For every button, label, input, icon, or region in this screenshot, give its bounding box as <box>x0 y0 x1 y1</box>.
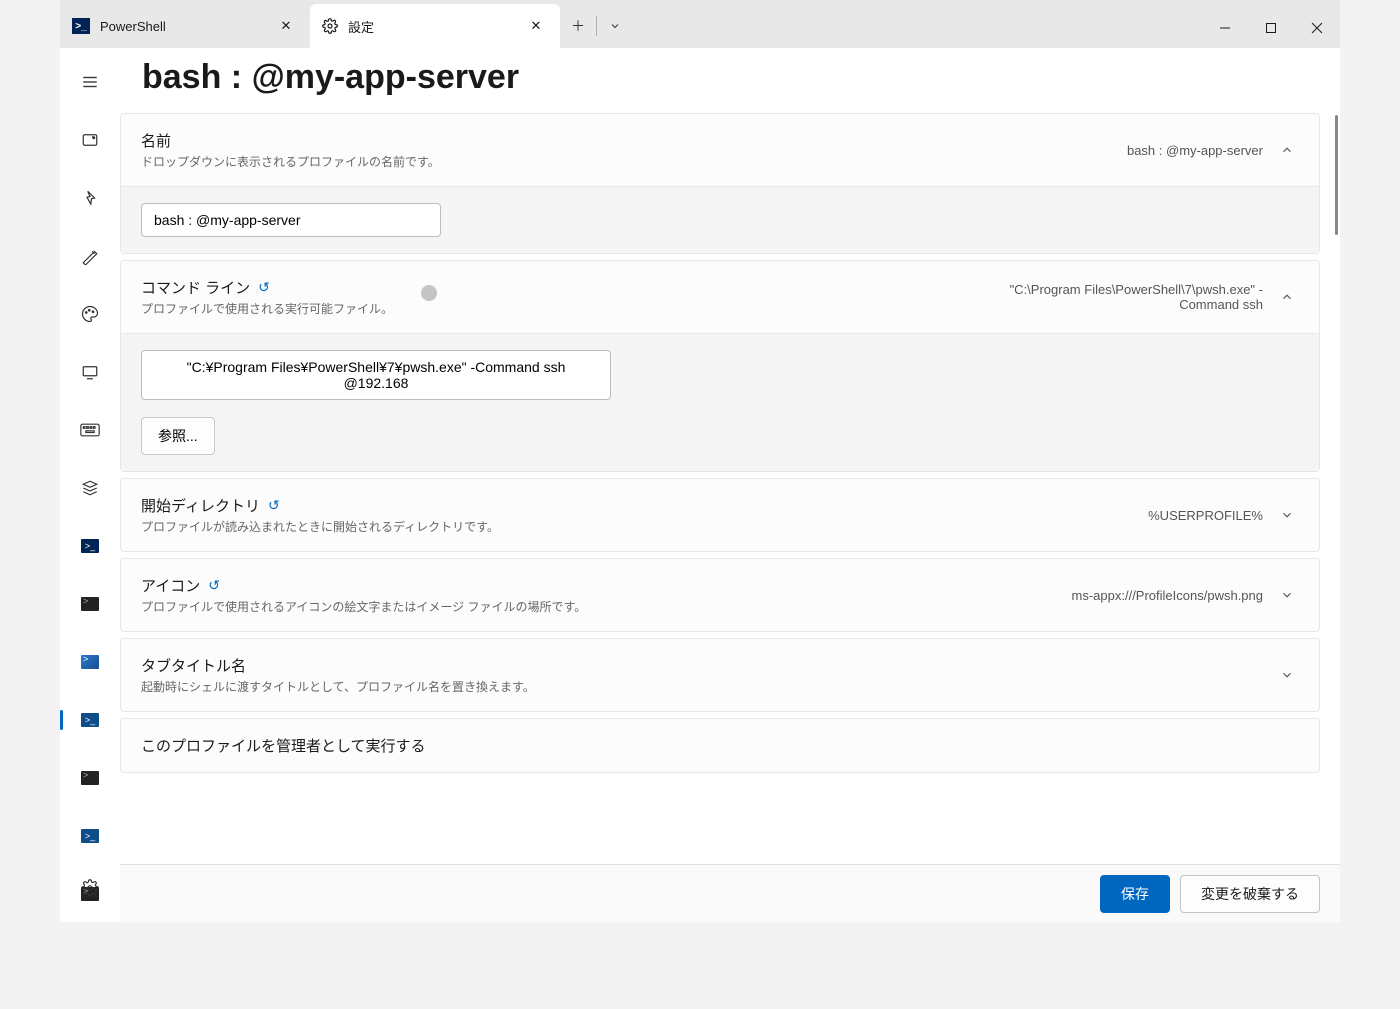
page-title: bash : @my-app-server <box>120 48 1340 113</box>
window-controls <box>1202 8 1340 48</box>
reset-icon[interactable]: ↺ <box>258 279 270 296</box>
setting-title: 名前 <box>141 130 1115 151</box>
setting-card-tabtitle: タブタイトル名 起動時にシェルに渡すタイトルとして、プロファイル名を置き換えます… <box>120 638 1320 712</box>
sidebar-profile-bash-myapp[interactable]: >_ <box>60 706 120 734</box>
powershell-icon: >_ <box>81 713 99 727</box>
tab-label: PowerShell <box>100 19 264 34</box>
sidebar-item-actions[interactable] <box>60 416 120 444</box>
setting-card-cmdline: コマンド ライン ↺ プロファイルで使用される実行可能ファイル。 "C:\Pro… <box>120 260 1320 472</box>
hamburger-menu[interactable] <box>60 68 120 96</box>
name-input[interactable] <box>141 203 441 237</box>
tab-controls: ＋ <box>560 4 633 48</box>
sidebar-profile-other1[interactable] <box>60 764 120 792</box>
cloud-shell-icon <box>81 655 99 669</box>
sidebar-profile-powershell7[interactable]: >_ <box>60 532 120 560</box>
sidebar-profile-cmd[interactable] <box>60 590 120 618</box>
title-bar: >_ PowerShell ✕ 設定 ✕ ＋ <box>60 0 1340 48</box>
footer: 保存 変更を破棄する <box>120 864 1340 922</box>
setting-card-startdir: 開始ディレクトリ ↺ プロファイルが読み込まれたときに開始されるディレクトリです… <box>120 478 1320 552</box>
setting-summary: %USERPROFILE% <box>1148 508 1263 523</box>
chevron-down-icon <box>1275 508 1299 522</box>
setting-title: アイコン ↺ <box>141 575 1060 596</box>
close-icon[interactable]: ✕ <box>524 14 548 38</box>
reset-icon[interactable]: ↺ <box>208 577 220 594</box>
setting-card-runasadmin: このプロファイルを管理者として実行する <box>120 718 1320 773</box>
sidebar-item-defaults[interactable] <box>60 474 120 502</box>
tab-settings[interactable]: 設定 ✕ <box>310 4 560 48</box>
sidebar-item-colorschemes[interactable] <box>60 300 120 328</box>
setting-title-text: 開始ディレクトリ <box>141 495 260 516</box>
sidebar-profile-cloudshell[interactable] <box>60 648 120 676</box>
powershell-icon: >_ <box>81 829 99 843</box>
browse-button[interactable]: 参照... <box>141 417 215 455</box>
cmdline-input[interactable] <box>141 350 611 400</box>
sidebar-item-interaction[interactable] <box>60 184 120 212</box>
powershell-icon: >_ <box>81 539 99 553</box>
setting-card-name: 名前 ドロップダウンに表示されるプロファイルの名前です。 bash : @my-… <box>120 113 1320 254</box>
sidebar-profile-other2[interactable]: >_ <box>60 822 120 850</box>
setting-description: プロファイルで使用されるアイコンの絵文字またはイメージ ファイルの場所です。 <box>141 598 1060 615</box>
sidebar-item-startup[interactable] <box>60 126 120 154</box>
gear-icon <box>322 18 338 34</box>
setting-title: 開始ディレクトリ ↺ <box>141 495 1136 516</box>
setting-header-cmdline[interactable]: コマンド ライン ↺ プロファイルで使用される実行可能ファイル。 "C:\Pro… <box>121 261 1319 333</box>
setting-description: プロファイルで使用される実行可能ファイル。 <box>141 300 971 317</box>
setting-header-runasadmin[interactable]: このプロファイルを管理者として実行する <box>121 719 1319 772</box>
tab-label: 設定 <box>348 17 514 36</box>
setting-title-text: コマンド ライン <box>141 277 250 298</box>
setting-description: 起動時にシェルに渡すタイトルとして、プロファイル名を置き換えます。 <box>141 678 1251 695</box>
tab-powershell[interactable]: >_ PowerShell ✕ <box>60 4 310 48</box>
discard-button[interactable]: 変更を破棄する <box>1180 875 1320 913</box>
setting-summary: ms-appx:///ProfileIcons/pwsh.png <box>1072 588 1263 603</box>
chevron-up-icon <box>1275 143 1299 157</box>
sidebar: >_ >_ >_ <box>60 48 120 922</box>
terminal-icon <box>81 597 99 611</box>
setting-title: コマンド ライン ↺ <box>141 277 971 298</box>
setting-description: ドロップダウンに表示されるプロファイルの名前です。 <box>141 153 1115 170</box>
setting-summary: "C:\Program Files\PowerShell\7\pwsh.exe"… <box>983 282 1263 312</box>
setting-summary: bash : @my-app-server <box>1127 143 1263 158</box>
terminal-icon <box>81 771 99 785</box>
sidebar-item-rendering[interactable] <box>60 358 120 386</box>
tab-dropdown-button[interactable] <box>597 8 633 44</box>
indicator-dot <box>421 285 437 301</box>
main: bash : @my-app-server 名前 ドロップダウンに表示されるプロ… <box>120 48 1340 922</box>
settings-scroll[interactable]: 名前 ドロップダウンに表示されるプロファイルの名前です。 bash : @my-… <box>120 113 1340 864</box>
close-icon[interactable]: ✕ <box>274 14 298 38</box>
setting-header-name[interactable]: 名前 ドロップダウンに表示されるプロファイルの名前です。 bash : @my-… <box>121 114 1319 186</box>
sidebar-item-appearance[interactable] <box>60 242 120 270</box>
setting-header-icon[interactable]: アイコン ↺ プロファイルで使用されるアイコンの絵文字またはイメージ ファイルの… <box>121 559 1319 631</box>
powershell-icon: >_ <box>72 18 90 34</box>
setting-title-text: アイコン <box>141 575 200 596</box>
chevron-down-icon <box>1275 668 1299 682</box>
chevron-down-icon <box>1275 588 1299 602</box>
save-button[interactable]: 保存 <box>1100 875 1170 913</box>
setting-header-startdir[interactable]: 開始ディレクトリ ↺ プロファイルが読み込まれたときに開始されるディレクトリです… <box>121 479 1319 551</box>
close-window-button[interactable] <box>1294 8 1340 48</box>
scrollbar-thumb[interactable] <box>1335 115 1338 235</box>
maximize-button[interactable] <box>1248 8 1294 48</box>
setting-description: プロファイルが読み込まれたときに開始されるディレクトリです。 <box>141 518 1136 535</box>
setting-title: タブタイトル名 <box>141 655 1251 676</box>
reset-icon[interactable]: ↺ <box>268 497 280 514</box>
new-tab-button[interactable]: ＋ <box>560 8 596 44</box>
setting-title: このプロファイルを管理者として実行する <box>141 735 1299 756</box>
sidebar-settings-gear[interactable] <box>81 874 99 902</box>
setting-header-tabtitle[interactable]: タブタイトル名 起動時にシェルに渡すタイトルとして、プロファイル名を置き換えます… <box>121 639 1319 711</box>
setting-card-icon: アイコン ↺ プロファイルで使用されるアイコンの絵文字またはイメージ ファイルの… <box>120 558 1320 632</box>
chevron-up-icon <box>1275 290 1299 304</box>
minimize-button[interactable] <box>1202 8 1248 48</box>
